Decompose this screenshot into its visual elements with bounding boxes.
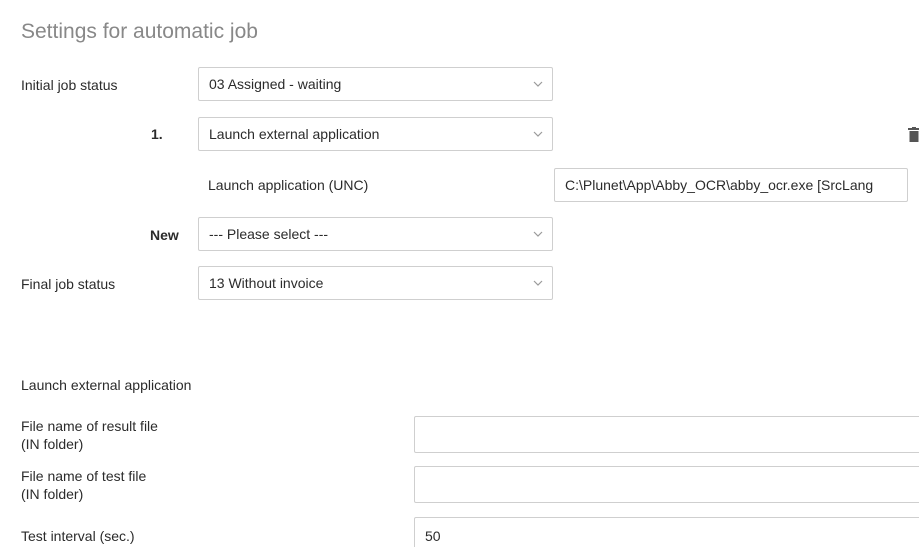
trash-icon[interactable] <box>907 127 919 143</box>
chevron-down-icon <box>524 280 552 286</box>
final-status-label: Final job status <box>21 276 116 292</box>
result-file-input[interactable] <box>414 416 919 453</box>
step-number: 1. <box>151 126 163 142</box>
chevron-down-icon <box>524 131 552 137</box>
automatic-job-settings-page: Settings for automatic job Initial job s… <box>0 0 919 547</box>
launch-app-label: Launch application (UNC) <box>208 177 369 193</box>
initial-status-value: 03 Assigned - waiting <box>209 76 342 92</box>
new-step-value: --- Please select --- <box>209 226 329 242</box>
chevron-down-icon <box>524 81 552 87</box>
step1-action-value: Launch external application <box>209 126 380 142</box>
initial-status-label: Initial job status <box>21 77 118 93</box>
new-step-select[interactable]: --- Please select --- <box>198 217 553 251</box>
test-file-input[interactable] <box>414 466 919 503</box>
step1-action-select[interactable]: Launch external application <box>198 117 553 151</box>
result-file-label-line1: File name of result file <box>21 418 158 434</box>
initial-status-select[interactable]: 03 Assigned - waiting <box>198 67 553 101</box>
launch-section-heading: Launch external application <box>21 377 192 393</box>
interval-label: Test interval (sec.) <box>21 528 135 544</box>
final-status-value: 13 Without invoice <box>209 275 324 291</box>
final-status-select[interactable]: 13 Without invoice <box>198 266 553 300</box>
chevron-down-icon <box>524 231 552 237</box>
test-file-label-line1: File name of test file <box>21 468 147 484</box>
page-title: Settings for automatic job <box>21 20 258 43</box>
test-file-label-line2: (IN folder) <box>21 486 84 502</box>
result-file-label-line2: (IN folder) <box>21 436 84 452</box>
result-file-label: File name of result file (IN folder) <box>21 417 158 453</box>
test-file-label: File name of test file (IN folder) <box>21 467 146 503</box>
new-step-label: New <box>150 227 179 243</box>
launch-app-input[interactable]: C:\Plunet\App\Abby_OCR\abby_ocr.exe [Src… <box>554 168 908 202</box>
interval-input[interactable]: 50 <box>414 517 919 547</box>
